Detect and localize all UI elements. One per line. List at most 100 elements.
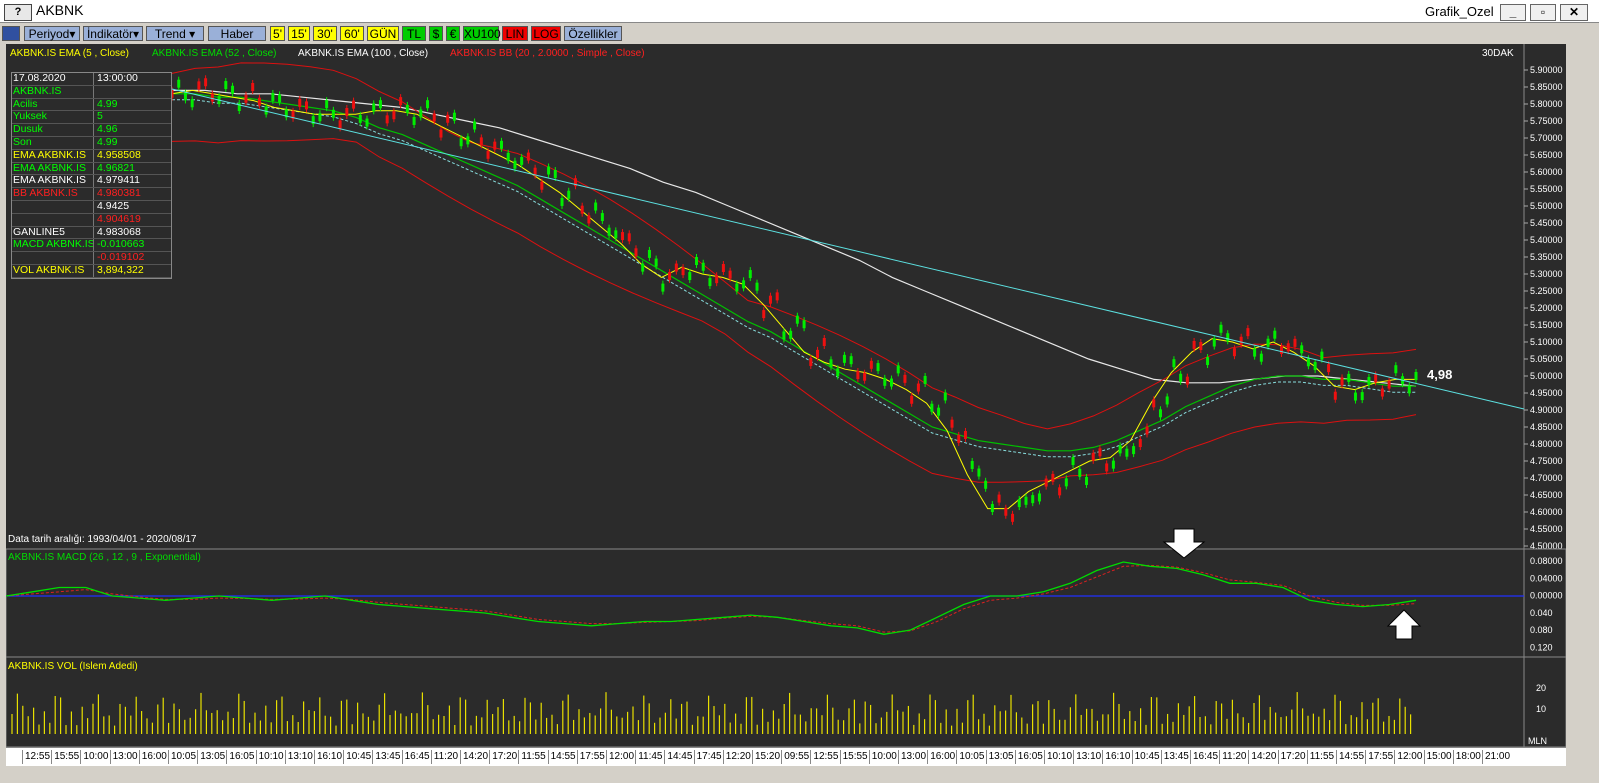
info-key: 17.08.2020	[12, 73, 94, 85]
help-button[interactable]: ?	[4, 4, 32, 21]
info-value: 4.980381	[97, 188, 141, 200]
time-tick-label: 14:20	[1248, 750, 1276, 764]
period-menu[interactable]: Periyod▾	[24, 26, 80, 41]
news-button[interactable]: Haber	[208, 26, 266, 41]
period-day-button[interactable]: GÜN	[367, 26, 399, 41]
candle-body	[1374, 374, 1378, 383]
time-tick-label: 10:10	[1044, 750, 1072, 764]
candle-body	[1152, 399, 1156, 408]
linear-scale-button[interactable]: LIN	[502, 26, 528, 41]
candle-body	[506, 152, 510, 161]
candle-body	[674, 263, 678, 272]
close-button[interactable]: ✕	[1560, 4, 1588, 21]
info-key	[12, 200, 94, 213]
candle-body	[775, 292, 779, 301]
candle-body	[1091, 452, 1095, 461]
period-15-button[interactable]: 15'	[288, 26, 310, 41]
candle-body	[177, 79, 181, 88]
candle-body	[1394, 365, 1398, 374]
candle-body	[896, 365, 900, 374]
candle-body	[1333, 391, 1337, 400]
candle-body	[937, 407, 941, 416]
info-key: Yuksek	[12, 111, 94, 124]
candle-body	[325, 100, 329, 109]
candle-body	[1004, 507, 1008, 516]
minimize-button[interactable]: _	[1500, 4, 1526, 21]
legend-ema52: AKBNK.IS EMA (52 , Close)	[152, 48, 277, 59]
price-tick-label: 4.60000	[1530, 507, 1563, 517]
time-tick-label: 16:10	[1102, 750, 1130, 764]
period-30-button[interactable]: 30'	[313, 26, 337, 41]
candle-body	[600, 213, 604, 222]
candle-body	[385, 115, 389, 124]
info-row: Acilis 4.99	[12, 98, 171, 112]
price-tick-label: 5.15000	[1530, 320, 1563, 330]
candle-body	[681, 267, 685, 276]
macd-tick-label: 0.08000	[1530, 556, 1563, 566]
maximize-button[interactable]: ▫	[1530, 4, 1556, 21]
candle-body	[244, 94, 248, 103]
price-tick-label: 4.90000	[1530, 405, 1563, 415]
candle-body	[278, 94, 282, 103]
time-tick-label: 11:20	[1219, 750, 1246, 764]
candle-body	[547, 166, 551, 175]
chart-area[interactable]: AKBNK.IS EMA (5 , Close) AKBNK.IS EMA (5…	[5, 44, 1567, 756]
currency-usd-button[interactable]: $	[429, 26, 443, 41]
candle-body	[1239, 336, 1243, 345]
xu100-button[interactable]: XU100	[463, 26, 501, 41]
time-tick-label: 09:55	[781, 750, 809, 764]
candle-body	[271, 92, 275, 101]
candle-body	[822, 338, 826, 347]
info-value: 4.96	[97, 124, 118, 136]
candle-body	[378, 100, 382, 109]
candle-body	[1293, 338, 1297, 347]
indicator-menu[interactable]: İndikatör▾	[83, 26, 143, 41]
toolbar: Periyod▾ İndikatör▾ Trend ▾ Haber 5' 15'…	[0, 23, 1599, 43]
macd-tick-label: 0.040	[1530, 608, 1553, 618]
time-tick-label: 16:00	[927, 750, 955, 764]
info-key: AKBNK.IS	[12, 85, 94, 98]
candle-body	[594, 202, 598, 211]
macd-panel	[5, 548, 1567, 658]
last-price-label: 4,98	[1427, 367, 1452, 382]
time-tick-label: 10:10	[255, 750, 284, 764]
candle-body	[1078, 468, 1082, 477]
candle-body	[647, 249, 651, 258]
candle-body	[883, 377, 887, 386]
candle-body	[459, 138, 463, 147]
currency-eur-button[interactable]: €	[446, 26, 460, 41]
candle-body	[1280, 345, 1284, 354]
time-tick-label: 15:00	[1423, 750, 1452, 764]
legend-bb: AKBNK.IS BB (20 , 2.0000 , Simple , Clos…	[450, 48, 645, 59]
period-5-button[interactable]: 5'	[270, 26, 285, 41]
candle-body	[251, 83, 255, 92]
candle-body	[1273, 330, 1277, 339]
candle-body	[1414, 371, 1418, 380]
currency-tl-button[interactable]: TL	[402, 26, 426, 41]
period-60-button[interactable]: 60'	[340, 26, 364, 41]
info-key	[12, 252, 94, 264]
log-scale-button[interactable]: LOG	[531, 26, 561, 41]
info-value: -0.010663	[97, 239, 145, 251]
trend-menu[interactable]: Trend ▾	[146, 26, 204, 41]
time-tick-label: 14:55	[1336, 750, 1364, 764]
chart-svg[interactable]: AKBNK.IS EMA (5 , Close) AKBNK.IS EMA (5…	[5, 44, 1567, 756]
time-tick-label: 15:20	[752, 750, 780, 764]
candle-body	[1024, 496, 1028, 505]
info-row: -0.019102	[12, 252, 171, 265]
macd-tick-label: 0.080	[1530, 625, 1553, 635]
candle-body	[809, 357, 813, 366]
time-tick-label: 17:55	[1365, 750, 1393, 764]
candle-body	[977, 468, 981, 477]
properties-button[interactable]: Özellikler	[564, 26, 622, 41]
status-strip	[0, 766, 1599, 783]
candle-body	[1071, 457, 1075, 466]
candle-body	[1098, 448, 1102, 457]
candle-body	[1132, 446, 1136, 455]
candle-body	[426, 100, 430, 109]
candle-body	[762, 310, 766, 319]
time-tick-label: 16:10	[314, 750, 342, 764]
candle-body	[856, 371, 860, 380]
price-tick-label: 4.55000	[1530, 524, 1563, 534]
info-row: 4.904619	[12, 213, 171, 227]
